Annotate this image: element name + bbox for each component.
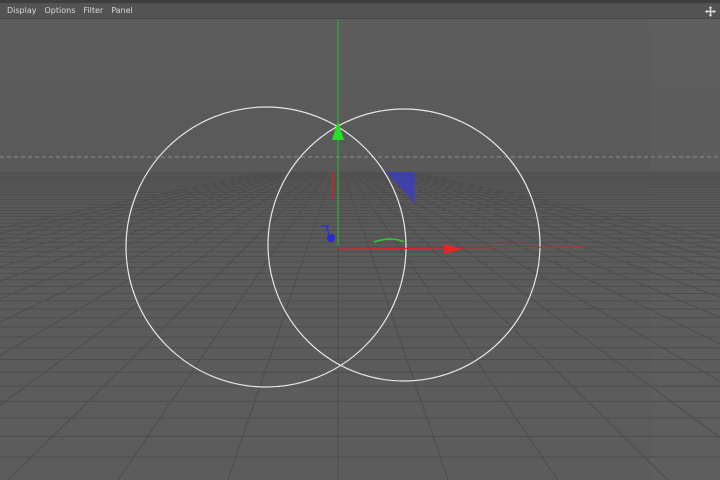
sky-area <box>0 19 720 172</box>
menu-filter[interactable]: Filter <box>79 3 107 18</box>
z-axis-handle-icon[interactable] <box>327 234 335 242</box>
viewport-window: Display Options Filter Panel <box>0 0 720 480</box>
menu-panel[interactable]: Panel <box>107 3 137 18</box>
viewport-menubar: Display Options Filter Panel <box>0 3 720 19</box>
move-icon[interactable] <box>705 6 716 17</box>
viewport-canvas[interactable] <box>0 19 720 480</box>
menu-options[interactable]: Options <box>41 3 80 18</box>
menu-display[interactable]: Display <box>0 3 41 18</box>
